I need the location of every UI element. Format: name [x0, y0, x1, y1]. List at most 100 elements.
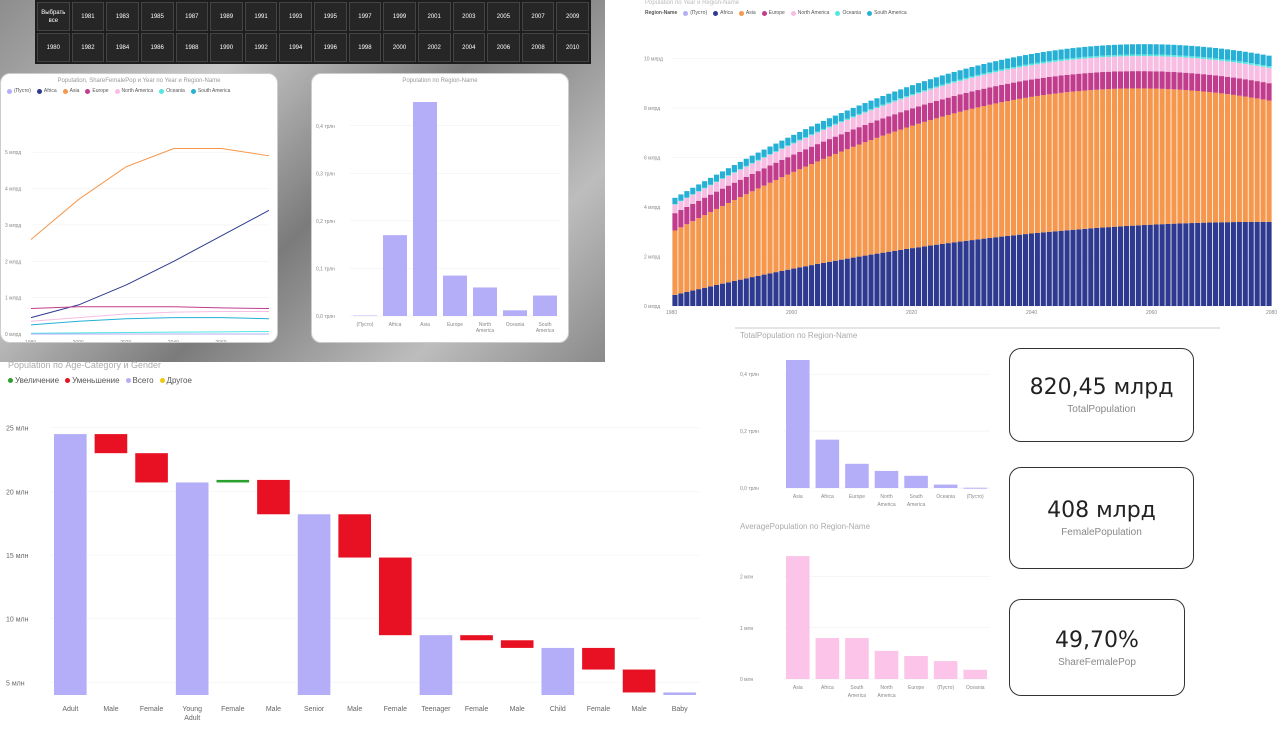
stack-segment — [672, 295, 677, 306]
stack-segment — [1148, 54, 1153, 56]
stack-segment — [714, 175, 719, 182]
legend-text: Другое — [167, 376, 192, 385]
year-option-1988[interactable]: 1988 — [176, 33, 209, 62]
region-bar-card: Population по Region-Name 0,4 трлн0,3 тр… — [311, 73, 569, 343]
year-option-1980[interactable]: 1980 — [37, 33, 70, 62]
stack-segment — [1142, 56, 1147, 71]
stack-segment — [714, 192, 719, 209]
year-option-1985[interactable]: 1985 — [141, 2, 174, 31]
year-option-2005[interactable]: 2005 — [487, 2, 520, 31]
stack-segment — [1225, 60, 1230, 62]
stack-segment — [1189, 90, 1194, 223]
year-option-1994[interactable]: 1994 — [279, 33, 312, 62]
stack-segment — [1076, 59, 1081, 74]
year-option-1981[interactable]: 1981 — [72, 2, 105, 31]
x-tick-label: 2000 — [786, 310, 797, 316]
year-option-1986[interactable]: 1986 — [141, 33, 174, 62]
stack-segment — [910, 85, 915, 94]
select-all-button[interactable]: Выбрать все — [37, 2, 70, 31]
year-option-1989[interactable]: 1989 — [210, 2, 243, 31]
stack-segment — [756, 161, 761, 171]
stack-segment — [946, 83, 951, 84]
year-option-1993[interactable]: 1993 — [279, 2, 312, 31]
stack-segment — [1249, 53, 1254, 63]
bar-north-america — [875, 651, 899, 679]
stack-segment — [1082, 73, 1087, 90]
series-line-north-america — [31, 311, 269, 321]
stack-segment — [880, 118, 885, 135]
year-option-2008[interactable]: 2008 — [522, 33, 555, 62]
stack-segment — [1219, 76, 1224, 93]
stack-segment — [1035, 53, 1040, 63]
stack-segment — [1130, 44, 1135, 54]
year-option-1987[interactable]: 1987 — [176, 2, 209, 31]
year-option-1990[interactable]: 1990 — [210, 33, 243, 62]
year-option-2009[interactable]: 2009 — [556, 2, 589, 31]
stack-segment — [910, 126, 915, 248]
stack-segment — [1130, 88, 1135, 225]
year-slicer: Выбрать все 1981198319851987198919911993… — [35, 0, 591, 64]
legend-item[interactable]: Всего — [126, 376, 154, 385]
year-option-2003[interactable]: 2003 — [453, 2, 486, 31]
year-option-1983[interactable]: 1983 — [106, 2, 139, 31]
stack-segment — [1136, 225, 1141, 306]
stack-segment — [1112, 72, 1117, 89]
stack-segment — [767, 183, 772, 274]
year-option-1982[interactable]: 1982 — [72, 33, 105, 62]
stack-segment — [684, 292, 689, 306]
stack-segment — [1154, 71, 1159, 88]
y-tick-label: 4 млрд — [644, 205, 660, 211]
stack-segment — [1118, 56, 1123, 71]
stack-segment — [1076, 74, 1081, 91]
stack-segment — [963, 241, 968, 306]
stack-segment — [1124, 56, 1129, 71]
stack-segment — [1189, 223, 1194, 306]
x-tick-label: Male — [510, 706, 525, 713]
stack-segment — [1201, 74, 1206, 91]
stack-segment — [952, 242, 957, 306]
legend-item[interactable]: Уменьшение — [65, 376, 119, 385]
stack-segment — [833, 124, 838, 125]
stack-segment — [845, 120, 850, 132]
x-tick-label: America — [476, 328, 495, 334]
year-option-2010[interactable]: 2010 — [556, 33, 589, 62]
stack-segment — [975, 75, 980, 76]
year-option-2002[interactable]: 2002 — [418, 33, 451, 62]
stack-segment — [720, 206, 725, 284]
stack-segment — [904, 97, 909, 110]
year-option-1999[interactable]: 1999 — [383, 2, 416, 31]
stack-segment — [803, 137, 808, 138]
stack-segment — [1148, 56, 1153, 71]
year-option-1984[interactable]: 1984 — [106, 33, 139, 62]
year-option-1991[interactable]: 1991 — [245, 2, 278, 31]
stack-segment — [1023, 65, 1028, 67]
year-option-2007[interactable]: 2007 — [522, 2, 555, 31]
waterfall-legend: Увеличение Уменьшение Всего Другое — [8, 376, 712, 385]
year-option-2001[interactable]: 2001 — [418, 2, 451, 31]
y-tick-label: 1 млрд — [5, 296, 21, 302]
stack-segment — [756, 171, 761, 188]
stack-segment — [1088, 73, 1093, 90]
year-option-1998[interactable]: 1998 — [349, 33, 382, 62]
year-option-2004[interactable]: 2004 — [453, 33, 486, 62]
stack-segment — [928, 79, 933, 88]
year-option-1992[interactable]: 1992 — [245, 33, 278, 62]
stack-segment — [1165, 55, 1170, 57]
stack-segment — [1053, 62, 1058, 76]
legend-dot — [7, 89, 12, 94]
stack-segment — [773, 144, 778, 152]
legend-item[interactable]: Увеличение — [8, 376, 59, 385]
y-tick-label: 0,3 трлн — [316, 171, 335, 177]
stack-segment — [1011, 83, 1016, 100]
stack-segment — [916, 124, 921, 248]
year-option-1995[interactable]: 1995 — [314, 2, 347, 31]
legend-item[interactable]: Другое — [160, 376, 192, 385]
stack-segment — [963, 78, 968, 79]
year-option-2006[interactable]: 2006 — [487, 33, 520, 62]
stack-segment — [1213, 58, 1218, 60]
year-option-1997[interactable]: 1997 — [349, 2, 382, 31]
stack-segment — [940, 244, 945, 306]
year-option-2000[interactable]: 2000 — [383, 33, 416, 62]
stack-segment — [1100, 228, 1105, 306]
year-option-1996[interactable]: 1996 — [314, 33, 347, 62]
